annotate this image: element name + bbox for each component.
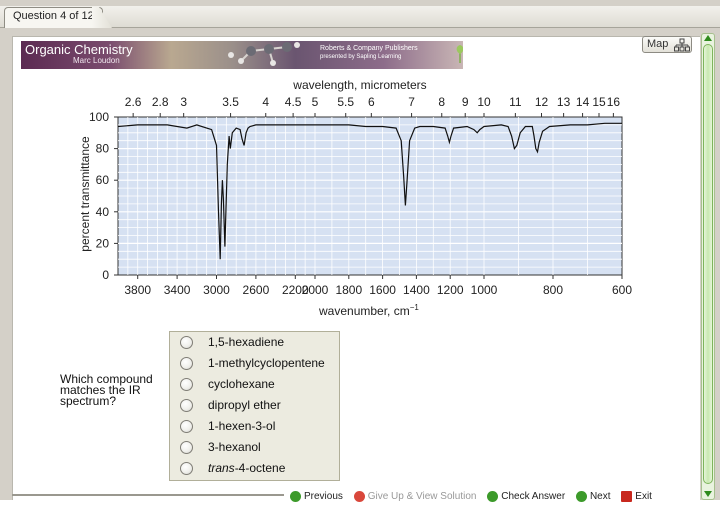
top-tick-label: 14 bbox=[576, 95, 590, 109]
x-tick-label: 600 bbox=[612, 283, 632, 297]
choice-label: 1-methylcyclopentene bbox=[208, 356, 325, 370]
top-tick-label: 13 bbox=[557, 95, 571, 109]
x-tick-label: 3000 bbox=[203, 283, 230, 297]
top-tick-label: 3.5 bbox=[222, 95, 239, 109]
top-tick-label: 12 bbox=[535, 95, 549, 109]
top-tick-label: 2.6 bbox=[125, 95, 142, 109]
top-tick-label: 5 bbox=[312, 95, 319, 109]
next-icon bbox=[575, 491, 587, 502]
y-tick-label: 80 bbox=[96, 142, 110, 156]
radio-button[interactable] bbox=[180, 398, 193, 412]
top-tick-label: 4 bbox=[262, 95, 269, 109]
y-tick-label: 0 bbox=[102, 268, 109, 282]
check-icon bbox=[487, 491, 499, 502]
top-tick-label: 10 bbox=[477, 95, 491, 109]
divider bbox=[12, 494, 284, 496]
top-tick-label: 16 bbox=[607, 95, 621, 109]
x-tick-label: 1000 bbox=[471, 283, 498, 297]
choice-3[interactable]: cyclohexane bbox=[180, 374, 275, 394]
top-tick-label: 3 bbox=[180, 95, 187, 109]
x-axis-title-exponent: −1 bbox=[409, 303, 419, 312]
y-tick-label: 60 bbox=[96, 173, 110, 187]
x-tick-label: 3800 bbox=[124, 283, 151, 297]
choice-6[interactable]: 3-hexanol bbox=[180, 437, 261, 457]
previous-label: Previous bbox=[304, 491, 343, 502]
exit-button[interactable]: Exit bbox=[621, 491, 652, 502]
top-tick-label: 4.5 bbox=[285, 95, 302, 109]
choice-label: 1-hexen-3-ol bbox=[208, 419, 276, 433]
give-up-button[interactable]: Give Up & View Solution bbox=[353, 491, 477, 502]
choice-7[interactable]: trans-4-octene bbox=[180, 458, 285, 478]
choice-1[interactable]: 1,5-hexadiene bbox=[180, 332, 284, 352]
choice-label: 1,5-hexadiene bbox=[208, 335, 285, 349]
choice-label-italic: trans bbox=[208, 461, 235, 475]
x-tick-label: 1800 bbox=[335, 283, 362, 297]
previous-icon bbox=[290, 491, 301, 502]
radio-button[interactable] bbox=[180, 335, 193, 349]
top-tick-label: 8 bbox=[438, 95, 445, 109]
y-tick-label: 100 bbox=[89, 110, 109, 124]
choice-label: trans-4-octene bbox=[208, 461, 285, 475]
give-up-label: Give Up & View Solution bbox=[367, 491, 477, 502]
x-tick-label: 3400 bbox=[164, 283, 191, 297]
radio-button[interactable] bbox=[180, 377, 193, 391]
choice-2[interactable]: 1-methylcyclopentene bbox=[180, 353, 325, 373]
choice-label: cyclohexane bbox=[208, 377, 275, 391]
x-tick-label: 1600 bbox=[369, 283, 396, 297]
choice-5[interactable]: 1-hexen-3-ol bbox=[180, 416, 275, 436]
top-tick-label: 7 bbox=[408, 95, 415, 109]
top-tick-label: 5.5 bbox=[337, 95, 354, 109]
previous-button[interactable]: Previous bbox=[290, 491, 343, 502]
x-tick-label: 800 bbox=[543, 283, 563, 297]
exit-label: Exit bbox=[635, 491, 652, 502]
ir-spectrum-chart: 3800 3400 3000 2600 22002000 1800 1600 1400 1200… bbox=[89, 95, 632, 297]
top-tick-label: 6 bbox=[368, 95, 375, 109]
x-axis-title-text: wavenumber, cm bbox=[319, 304, 410, 318]
radio-button[interactable] bbox=[180, 440, 193, 454]
x-axis-title: wavenumber, cm−1 bbox=[319, 303, 419, 318]
bottom-navigation: Previous Give Up & View Solution Check A… bbox=[290, 491, 660, 503]
top-tick-label: 2.8 bbox=[152, 95, 169, 109]
next-label: Next bbox=[589, 491, 611, 502]
top-tick-label: 15 bbox=[592, 95, 606, 109]
question-prompt: Which compound matches the IR spectrum? bbox=[60, 372, 153, 408]
x-tick-label: 1200 bbox=[437, 283, 464, 297]
top-tick-label: 11 bbox=[509, 95, 522, 109]
answer-choices: 1,5-hexadiene 1-methylcyclopentene cyclo… bbox=[169, 331, 340, 481]
y-tick-label: 20 bbox=[96, 236, 110, 250]
x-tick-label: 2600 bbox=[243, 283, 270, 297]
next-button[interactable]: Next bbox=[575, 491, 611, 502]
radio-button[interactable] bbox=[180, 419, 193, 433]
y-axis-title: percent transmittance bbox=[78, 136, 92, 252]
check-answer-button[interactable]: Check Answer bbox=[487, 491, 565, 502]
scroll-down-icon[interactable] bbox=[704, 491, 712, 497]
top-tick-label: 9 bbox=[462, 95, 469, 109]
choice-4[interactable]: dipropyl ether bbox=[180, 395, 281, 415]
choice-label: dipropyl ether bbox=[208, 398, 281, 412]
x-tick-label: 1400 bbox=[403, 283, 430, 297]
y-tick-label: 40 bbox=[96, 205, 110, 219]
give-up-icon bbox=[353, 491, 365, 502]
choice-label-rest: -4-octene bbox=[234, 461, 286, 475]
x-tick-label: 2000 bbox=[302, 283, 329, 297]
exit-icon bbox=[621, 491, 633, 502]
radio-button[interactable] bbox=[180, 356, 193, 370]
choice-label: 3-hexanol bbox=[208, 440, 261, 454]
check-answer-label: Check Answer bbox=[501, 491, 566, 502]
radio-button[interactable] bbox=[180, 461, 193, 475]
